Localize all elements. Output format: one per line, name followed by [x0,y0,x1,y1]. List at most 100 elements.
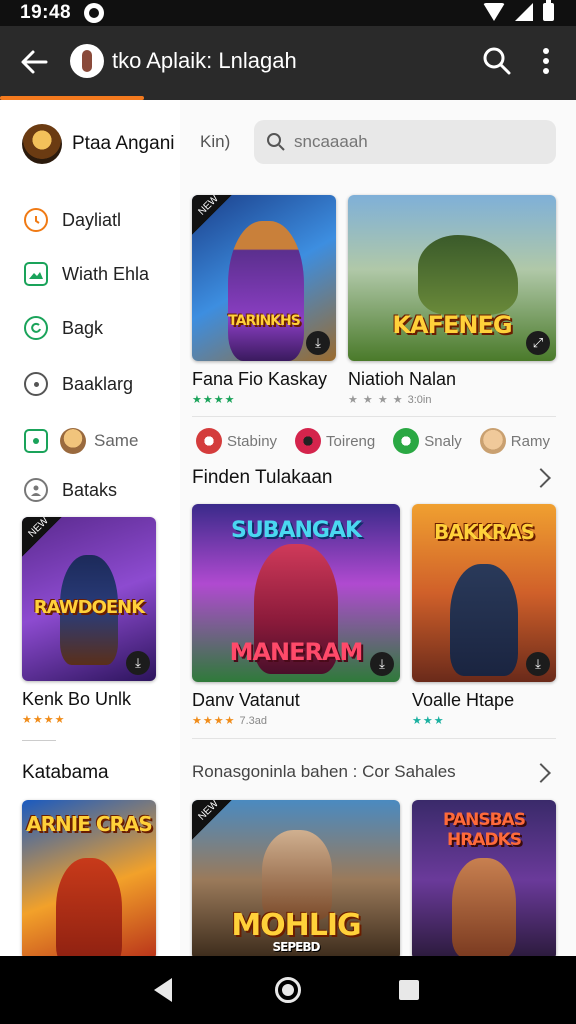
rating-meta: 7.3ad [239,715,267,727]
app-title: tko Aplaik: Lnlagah [112,48,297,73]
rating-stars: ★ ★ ★ ★ 3:0in [348,394,432,406]
rating-stars: ★★★★ 7.3ad [192,715,267,727]
chip-label: Ramy [510,432,550,450]
game-title: Danv Vatanut [192,690,300,710]
main-content: Kin) TARINKHS NEW ⤓ Fana Fio Kaskay ★★★★… [180,100,576,956]
divider [192,416,556,417]
game-card[interactable]: SUBANGAK MANERAM ⤓ Danv Vatanut ★★★★ 7.3a… [192,504,400,727]
game-art-title: ARNIE CRAS [26,812,153,836]
game-thumbnail: RAWDOENK NEW ⤓ [22,517,156,681]
sidebar-item-baaklarg[interactable]: Baaklarg [24,372,133,396]
rating-meta: 3:0in [407,394,432,406]
sidebar-item-label: Wiath Ehla [62,263,150,284]
game-thumbnail: SUBANGAK MANERAM ⤓ [192,504,400,682]
sidebar-item-label: Bataks [62,479,118,500]
download-icon[interactable]: ⤓ [370,652,394,676]
image-icon [24,262,48,286]
face-icon [479,428,506,454]
nav-recents-button[interactable] [399,980,419,1000]
profile-row[interactable]: Ptaa Angani [22,124,174,164]
section-title-katabama: Katabama [22,762,109,783]
new-tag: NEW [22,517,62,557]
game-banner-title: SUBANGAK [230,518,362,543]
profile-name: Ptaa Angani [72,133,175,154]
search-button[interactable] [480,44,514,78]
app-bar: tko Aplaik: Lnlagah [0,26,576,98]
section-title-finden: Finden Tulakaan [192,467,333,488]
game-art-title: MANERAM [229,638,364,666]
more-options-button[interactable] [536,44,556,78]
chip-toireng[interactable]: Toireng [295,428,375,454]
sidebar-game-card[interactable]: RAWDOENK NEW ⤓ Kenk Bo Unlk ★★★★ [22,517,156,726]
nav-home-button[interactable] [275,977,301,1003]
more-vert-icon [543,48,549,54]
status-bar: 19:48 [0,0,576,26]
search-input[interactable] [294,128,544,156]
status-time: 19:48 [20,2,72,23]
game-card[interactable]: KAFENEG ⤢ Niatioh Nalan ★ ★ ★ ★ 3:0in [348,195,556,406]
sidebar-item-same[interactable]: Same [24,428,138,454]
game-card[interactable]: BAKKRAS ⤓ Voalle Htape ★★★ [412,504,556,727]
download-icon[interactable]: ⤓ [306,331,330,355]
download-icon[interactable]: ⤓ [126,651,150,675]
rating-stars: ★★★ [412,715,445,727]
chip-label: Stabiny [227,432,278,450]
clock-icon [24,208,48,232]
search-icon [483,47,511,75]
kin-label: Kin) [200,132,231,151]
game-title: Niatioh Nalan [348,369,457,389]
sidebar-item-dayliatl[interactable]: Dayliatl [24,208,121,232]
game-art-title: TARINKHS [228,313,301,329]
sword-icon [196,428,222,454]
game-title: Kenk Bo Unlk [22,689,132,709]
game-art-subtitle: SEPEBD [272,940,321,954]
avatar [22,124,62,164]
circle-dot-icon [24,372,48,396]
system-nav-bar [0,956,576,1024]
refresh-icon [24,316,48,340]
app-logo [70,44,104,78]
chip-snaly[interactable]: Snaly [393,428,462,454]
nav-back-button[interactable] [154,978,172,1002]
avatar-icon [60,428,86,454]
game-card[interactable]: PANSBAS HRADKS [412,800,556,956]
section-title-ronasgoninla: Ronasgoninla bahen : Cor Sahales [192,762,456,781]
sidebar-game-card-2[interactable]: ARNIE CRAS [22,800,156,956]
chip-label: Toireng [326,432,376,450]
category-chips: Stabiny Toireng Snaly Ramy [196,428,550,454]
sidebar-item-bataks[interactable]: Bataks [24,478,117,502]
back-button[interactable] [16,44,52,80]
notification-icon [84,3,104,23]
chip-label: Snaly [424,432,462,450]
game-thumbnail: TARINKHS NEW ⤓ [192,195,336,361]
sidebar-item-label: Bagk [62,317,104,338]
search-icon [267,133,285,151]
sidebar-item-label: Dayliatl [62,209,122,230]
chip-stabiny[interactable]: Stabiny [196,428,277,454]
game-title: Fana Fio Kaskay [192,369,328,389]
game-card[interactable]: TARINKHS NEW ⤓ Fana Fio Kaskay ★★★★ [192,195,336,406]
game-art-title: PANSBAS HRADKS [443,810,526,850]
game-thumbnail: MOHLIG SEPEBD NEW [192,800,400,956]
new-tag: NEW [192,195,232,235]
leaf-icon [393,428,420,454]
game-card[interactable]: MOHLIG SEPEBD NEW [192,800,400,956]
sidebar-item-label: Same [94,431,139,450]
status-icons [483,0,554,21]
chevron-right-icon[interactable] [531,468,551,488]
game-thumbnail: BAKKRAS ⤓ [412,504,556,682]
search-field[interactable] [254,120,556,164]
sidebar-item-wiath-ehla[interactable]: Wiath Ehla [24,262,149,286]
rating-stars: ★★★★ [22,714,66,726]
download-icon[interactable]: ⤓ [526,652,550,676]
divider [192,738,556,739]
sidebar-item-bagk[interactable]: Bagk [24,316,103,340]
game-title: Voalle Htape [412,690,515,710]
square-dot-icon [24,429,48,453]
signal-icon [515,3,533,21]
chevron-right-icon[interactable] [531,763,551,783]
game-thumbnail: KAFENEG ⤢ [348,195,556,361]
arrow-left-icon [21,50,48,74]
download-icon[interactable]: ⤢ [526,331,550,355]
chip-ramy[interactable]: Ramy [479,428,550,454]
